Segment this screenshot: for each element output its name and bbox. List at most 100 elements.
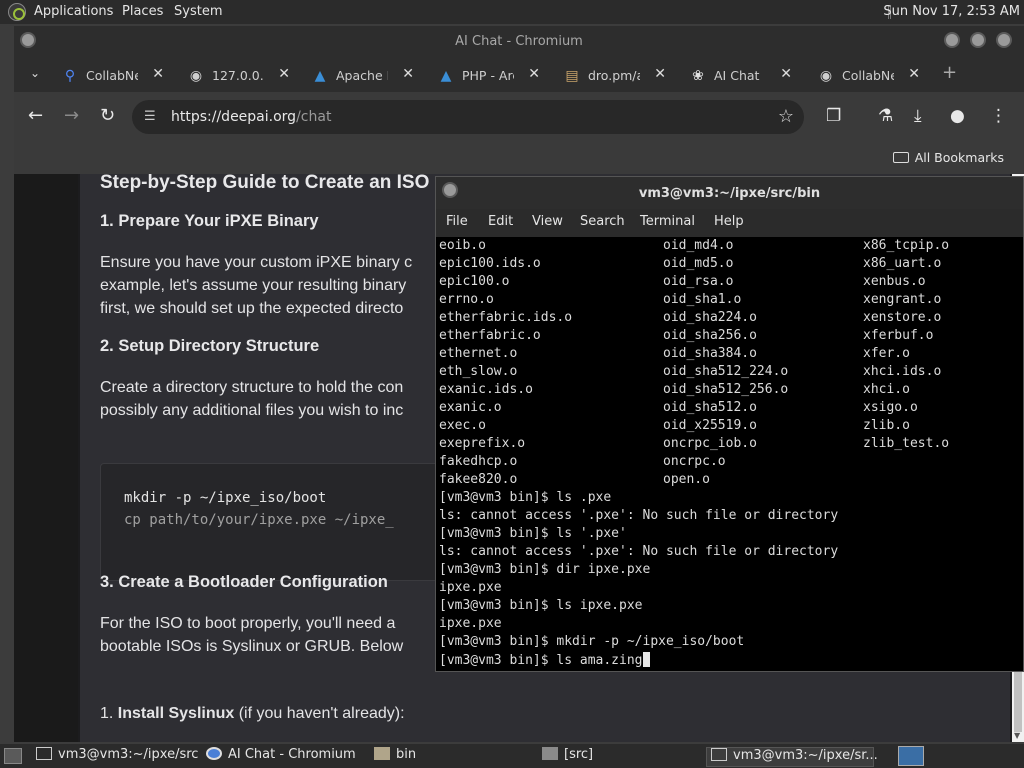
download-icon[interactable]: ⤓ [914,106,922,126]
system-menu[interactable]: System [174,4,222,19]
tab-label: 127.0.0.1/ [212,68,264,83]
menu-file[interactable]: File [446,214,468,229]
paragraph-line: For the ISO to boot properly, you'll nee… [100,615,396,632]
listing-file: oid_md4.o [663,238,734,253]
paragraph-line: Create a directory structure to hold the… [100,379,404,396]
tab-php-arch[interactable]: ▲ PHP - Arc ✕ [438,62,540,90]
listing-file: xenstore.o [863,310,942,325]
openai-icon: ❀ [692,68,704,84]
tab-search-dropdown-icon[interactable]: ⌄ [30,66,40,80]
listing-file: oid_md5.o [663,256,734,271]
folder-icon [374,747,390,760]
menu-terminal[interactable]: Terminal [640,214,695,229]
listing-file: xengrant.o [863,292,942,307]
tab-apache[interactable]: ▲ Apache H ✕ [312,62,414,90]
all-bookmarks-label: All Bookmarks [914,150,1004,165]
paragraph-line: example, let's assume your resulting bin… [100,277,407,294]
tab-close-icon[interactable]: ✕ [654,66,666,82]
terminal-line: [vm3@vm3 bin]$ dir ipxe.pxe [439,562,651,577]
search-icon: ⚲ [64,68,76,84]
forward-icon[interactable]: → [64,106,79,126]
text-cursor [642,652,650,667]
tab-close-icon[interactable]: ✕ [528,66,540,82]
more-menu-icon[interactable]: ⋮ [990,106,1007,126]
tab-close-icon[interactable]: ✕ [908,66,920,82]
list-item-bold: Install Syslinux [117,705,235,722]
panel-clock[interactable]: Sun Nov 17, 2:53 AM [883,4,1020,19]
step-2-heading: 2. Setup Directory Structure [100,337,320,355]
listing-file: xhci.o [863,382,910,397]
scroll-down-icon[interactable]: ▼ [1014,731,1020,740]
menu-edit[interactable]: Edit [488,214,513,229]
close-icon[interactable] [996,32,1012,48]
listing-file: xferbuf.o [863,328,934,343]
listing-file: zlib.o [863,418,910,433]
distro-logo-icon[interactable] [8,3,26,21]
bookmark-star-icon[interactable]: ☆ [778,106,794,127]
listing-file: ethernet.o [439,346,518,361]
listing-file: xsigo.o [863,400,918,415]
tab-label: PHP - Arc [462,68,514,83]
show-desktop-icon[interactable] [4,748,22,764]
all-bookmarks-button[interactable]: All Bookmarks [892,150,1004,165]
terminal-line: ls: cannot access '.pxe': No such file o… [439,544,839,559]
listing-file: exec.o [439,418,486,433]
labs-flask-icon[interactable]: ⚗ [878,106,893,126]
listing-file: open.o [663,472,710,487]
terminal-prompt-line[interactable]: [vm3@vm3 bin]$ ls ama.zing [439,652,650,670]
profile-avatar-icon[interactable]: ● [950,106,965,126]
applications-menu[interactable]: Applications [34,4,113,19]
terminal-output[interactable]: eoib.o oid_md4.o x86_tcpip.o epic100.ids.o o… [439,238,1021,670]
window-titlebar[interactable]: AI Chat - Chromium [14,26,1024,56]
listing-file: oid_sha256.o [663,328,757,343]
url-text[interactable]: https://deepai.org/chat [171,109,331,125]
tab-strip: ⌄ ⚲ CollabNe ✕ ◉ 127.0.0.1/ ✕ ▲ Apache H… [14,56,1024,92]
tab-close-icon[interactable]: ✕ [780,66,792,82]
tab-close-icon[interactable]: ✕ [402,66,414,82]
terminal-line: [vm3@vm3 bin]$ ls .pxe [439,490,612,505]
tab-close-icon[interactable]: ✕ [278,66,290,82]
maximize-icon[interactable] [970,32,986,48]
workspace-switcher[interactable] [898,746,924,766]
task-folder-src[interactable]: [src] [542,747,702,767]
task-folder-bin[interactable]: bin [374,747,534,767]
file-icon: ▤ [565,68,579,84]
tab-collabnet-2[interactable]: ◉ CollabNe ✕ [818,62,920,90]
task-terminal-1[interactable]: vm3@vm3:~/ipxe/src [36,747,199,767]
reload-icon[interactable]: ↻ [100,106,115,126]
bottom-taskbar: vm3@vm3:~/ipxe/src AI Chat - Chromium bi… [0,744,1024,768]
task-label: bin [396,747,417,762]
menu-help[interactable]: Help [714,214,744,229]
back-icon[interactable]: ← [28,106,43,126]
list-item-rest: (if you haven't already): [234,705,405,722]
tab-close-icon[interactable]: ✕ [152,66,164,82]
listing-file: xhci.ids.o [863,364,942,379]
minimize-icon[interactable] [944,32,960,48]
listing-file: exanic.ids.o [439,382,533,397]
tab-ai-chat[interactable]: ❀ AI Chat ✕ [690,62,792,90]
places-menu[interactable]: Places [122,4,163,19]
new-tab-icon[interactable]: + [942,62,957,83]
tab-localhost[interactable]: ◉ 127.0.0.1/ ✕ [188,62,290,90]
menu-search[interactable]: Search [580,214,625,229]
tab-dro-pm[interactable]: ▤ dro.pm/a ✕ [564,62,666,90]
tab-collabnet-1[interactable]: ⚲ CollabNe ✕ [62,62,164,90]
tab-label: Apache H [336,68,388,83]
code-block[interactable]: mkdir -p ~/ipxe_iso/boot cp path/to/your… [100,463,460,581]
menu-view[interactable]: View [532,214,563,229]
listing-file: xfer.o [863,346,910,361]
tab-label: CollabNe [86,68,138,83]
task-terminal-2[interactable]: vm3@vm3:~/ipxe/sr... [706,747,878,767]
scrollbar-thumb[interactable] [1014,664,1022,732]
listing-file: exanic.o [439,400,502,415]
top-panel: Applications Places System Sun Nov 17, 2… [0,0,1024,24]
task-chromium[interactable]: AI Chat - Chromium [206,747,366,767]
site-info-icon[interactable]: ☰ [144,109,156,124]
extensions-icon[interactable]: ❐ [826,106,841,126]
address-bar[interactable]: ☰ https://deepai.org/chat ☆ [132,100,804,134]
terminal-titlebar[interactable]: vm3@vm3:~/ipxe/src/bin [436,177,1023,209]
listing-file: zlib_test.o [863,436,950,451]
task-label: vm3@vm3:~/ipxe/src [58,747,199,762]
listing-file: x86_tcpip.o [863,238,950,253]
browser-toolbar: ← → ↻ ☰ https://deepai.org/chat ☆ ❐ ⚗ ⤓ … [14,92,1024,144]
